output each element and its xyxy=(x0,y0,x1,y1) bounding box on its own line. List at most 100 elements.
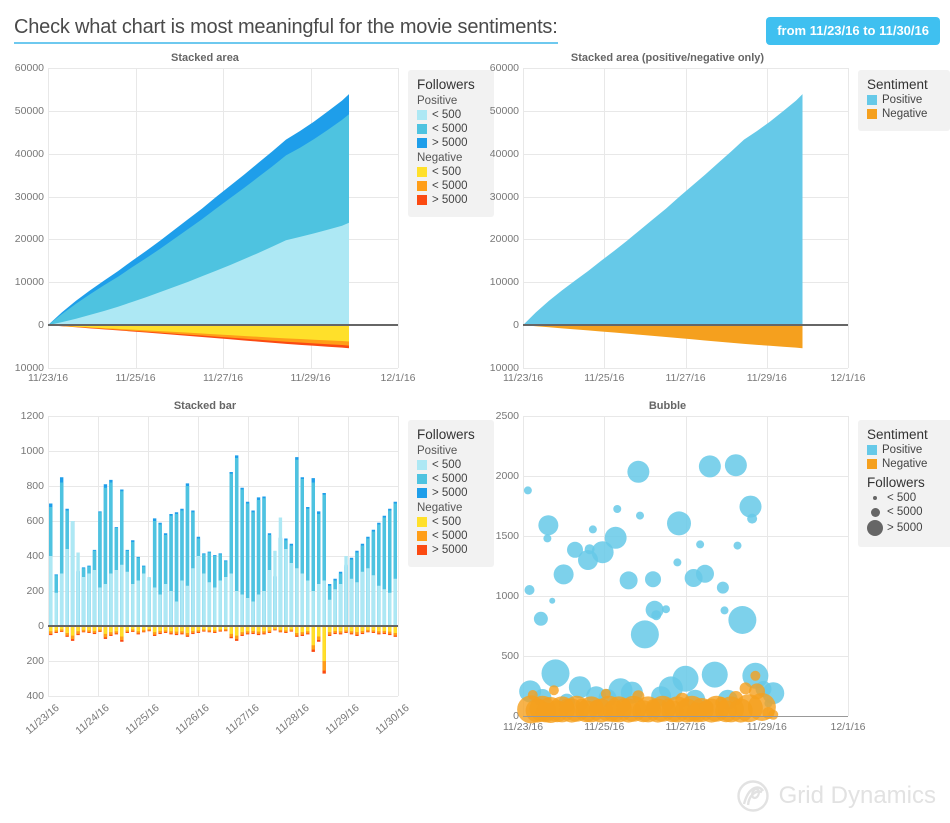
bubble-positive xyxy=(538,515,559,536)
x-axis-label: 11/27/16 xyxy=(665,372,706,384)
bubble-positive xyxy=(604,526,627,549)
bubble-positive xyxy=(619,571,638,590)
bar-segment xyxy=(158,594,162,626)
bar-segment xyxy=(245,598,250,626)
gridline xyxy=(48,696,398,697)
bar-segment xyxy=(382,589,387,626)
legend-label: Positive xyxy=(882,94,923,106)
legend-title: Sentiment xyxy=(867,427,928,442)
swatch-sentiment-positive xyxy=(867,95,877,105)
bar-segment xyxy=(317,584,321,626)
chart-title-stacked-area-pn: Stacked area (positive/negative only) xyxy=(570,52,765,64)
x-axis-label: 12/1/16 xyxy=(830,372,866,384)
bar-segment xyxy=(306,580,310,626)
bar-segment xyxy=(180,580,184,626)
bar-segment xyxy=(49,556,53,626)
bubble-dot-medium xyxy=(867,507,883,517)
bubble-positive xyxy=(636,511,644,520)
chart-title-bubble: Bubble xyxy=(648,400,687,412)
date-range-badge[interactable]: from 11/23/16 to 11/30/16 xyxy=(766,17,940,45)
bubble-negative xyxy=(750,670,761,681)
y-axis-label: 500 xyxy=(501,650,519,662)
chart-panel-stacked-area: Stacked area 60000 50000 40000 30000 20000 10… xyxy=(0,52,416,397)
y-axis-label: 50000 xyxy=(14,104,44,117)
y-axis-label: 30000 xyxy=(14,190,44,203)
bar-segment xyxy=(229,573,233,626)
watermark-text: Grid Dynamics xyxy=(778,782,936,809)
chart-title-stacked-bar: Stacked bar xyxy=(173,400,237,412)
y-axis-label: 10000 xyxy=(14,276,44,289)
y-axis-label: 50000 xyxy=(489,104,519,117)
legend-label: < 500 xyxy=(432,516,462,528)
swatch-positive-gt5000 xyxy=(417,488,427,498)
legend-label: < 5000 xyxy=(887,506,923,518)
x-axis-label: 11/26/16 xyxy=(173,702,212,737)
chart-panel-stacked-bar: Stacked bar 1200 1000 800 600 400 200 0 200 400 1… xyxy=(0,400,412,745)
bar-segment xyxy=(273,550,277,626)
legend-label: > 5000 xyxy=(432,137,468,149)
x-axis-label: 11/28/16 xyxy=(273,702,312,737)
bar-segment xyxy=(240,594,244,626)
bar-segment xyxy=(333,589,337,626)
y-axis-label: 2500 xyxy=(495,410,519,422)
swatch-negative-lt500 xyxy=(417,167,427,177)
legend-item-sentiment-negative[interactable]: Negative xyxy=(867,108,941,120)
bubble-dot-large xyxy=(867,520,883,536)
y-axis-label: 60000 xyxy=(14,62,44,74)
bar-segment xyxy=(311,591,315,626)
bar-segment xyxy=(174,601,179,626)
y-axis-label: 2000 xyxy=(495,470,519,482)
area-series xyxy=(523,325,803,349)
legend-label: > 5000 xyxy=(432,544,468,556)
bar-segment xyxy=(207,582,212,626)
bar-segment xyxy=(120,626,124,637)
bubble-positive xyxy=(673,558,682,567)
x-axis-label: 11/24/16 xyxy=(73,702,112,737)
bar-segment xyxy=(136,580,140,626)
bar-segment xyxy=(169,591,173,626)
chart-title-stacked-area: Stacked area xyxy=(171,52,239,64)
legend-label: < 5000 xyxy=(432,123,468,135)
x-axis-label: 11/27/16 xyxy=(223,702,262,737)
bar-segment xyxy=(377,585,381,626)
bubble-positive xyxy=(523,486,532,495)
plot-stacked-bar: 1200 1000 800 600 400 200 0 200 400 11/23/16 11/24… xyxy=(21,410,412,737)
bubble-positive xyxy=(588,525,597,534)
legend-item-sentiment-negative[interactable]: Negative xyxy=(867,458,947,470)
bar-segment xyxy=(59,573,64,626)
swatch-positive-lt5000 xyxy=(417,474,427,484)
y-axis-label: 30000 xyxy=(489,190,519,203)
gridline-vertical xyxy=(848,68,849,368)
bar-segment xyxy=(114,570,119,626)
legend-item-size-gt5000[interactable]: > 5000 xyxy=(867,520,947,536)
legend-label: < 5000 xyxy=(432,473,468,485)
x-axis-label: 11/23/16 xyxy=(502,372,544,384)
y-axis-label: 1500 xyxy=(495,530,519,542)
bar-segment xyxy=(70,521,75,626)
bubble-positive xyxy=(662,605,670,614)
legend-item-size-lt5000[interactable]: < 5000 xyxy=(867,506,947,518)
bar-segment xyxy=(355,582,359,626)
bar-segment xyxy=(295,568,299,626)
page-header: Check what chart is most meaningful for … xyxy=(0,0,950,52)
bar-segment xyxy=(393,578,397,626)
bubble-positive xyxy=(524,585,535,595)
bar-segment xyxy=(284,549,288,626)
bar-segment xyxy=(76,552,80,626)
legend-item-sentiment-positive[interactable]: Positive xyxy=(867,444,947,456)
x-axis-label: 11/27/16 xyxy=(665,721,706,733)
legend-bubble: Sentiment Positive Negative Followers < … xyxy=(858,420,950,547)
legend-item-sentiment-positive[interactable]: Positive xyxy=(867,94,941,106)
bar-segment xyxy=(262,591,266,626)
legend-item-size-lt500[interactable]: < 500 xyxy=(867,492,947,504)
bar-segment xyxy=(338,584,343,626)
bubble-positive xyxy=(728,606,757,634)
bar-segment xyxy=(54,592,58,626)
legend-label: < 500 xyxy=(887,492,917,504)
bubble-positive xyxy=(724,454,747,477)
bar-series-group xyxy=(49,455,397,674)
bar-segment xyxy=(120,564,124,626)
bar-segment xyxy=(267,570,272,626)
bar-segment xyxy=(371,575,376,626)
x-axis-label: 11/29/16 xyxy=(746,372,787,384)
